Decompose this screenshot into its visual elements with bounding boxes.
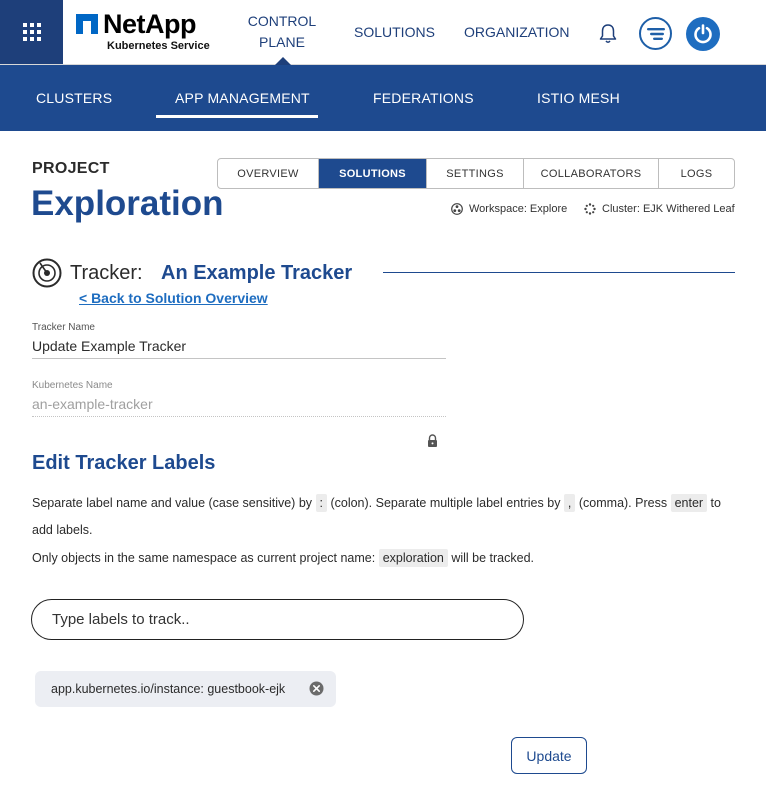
secondary-nav: CLUSTERS APP MANAGEMENT FEDERATIONS ISTI…: [0, 65, 766, 131]
subnav-clusters[interactable]: CLUSTERS: [36, 65, 112, 131]
tracker-name-heading: An Example Tracker: [161, 262, 353, 284]
nav-control-plane-line2: PLANE: [259, 34, 305, 50]
tab-overview[interactable]: OVERVIEW: [218, 159, 319, 188]
subnav-active-indicator: [156, 115, 318, 118]
brand-name: NetApp: [103, 9, 197, 39]
instructions-line-3: Only objects in the same namespace as cu…: [32, 545, 534, 572]
tab-solutions[interactable]: SOLUTIONS: [319, 159, 427, 188]
kubernetes-name-underline: [32, 416, 446, 417]
update-button[interactable]: Update: [511, 737, 587, 774]
tracker-name-field[interactable]: Update Example Tracker: [32, 338, 186, 354]
netapp-logo-icon: [76, 14, 98, 34]
namespace-text-b: will be tracked.: [447, 551, 535, 565]
edit-tracker-labels-heading: Edit Tracker Labels: [32, 452, 216, 474]
label-chip: app.kubernetes.io/instance: guestbook-ej…: [35, 671, 336, 707]
namespace-text-a: Only objects in the same namespace as cu…: [32, 551, 379, 565]
project-label: PROJECT: [32, 160, 110, 177]
notification-bell-icon[interactable]: [596, 22, 620, 46]
workspace-info: Workspace: Explore: [451, 203, 567, 215]
remove-label-icon[interactable]: [309, 681, 324, 696]
nav-solutions[interactable]: SOLUTIONS: [354, 0, 435, 64]
instructions-line-2: add labels.: [32, 523, 93, 537]
menu-button[interactable]: [639, 17, 672, 50]
subnav-app-management[interactable]: APP MANAGEMENT: [175, 65, 310, 131]
app-launcher-button[interactable]: [0, 0, 63, 64]
tracker-label: Tracker:: [70, 262, 143, 284]
kubernetes-name-field: an-example-tracker: [32, 396, 153, 412]
top-header: NetApp Kubernetes Service CONTROL PLANE …: [0, 0, 766, 65]
nav-control-plane[interactable]: CONTROL PLANE: [246, 0, 318, 65]
tab-logs[interactable]: LOGS: [659, 159, 734, 188]
labels-input[interactable]: [31, 599, 524, 640]
menu-lines-icon: [646, 27, 665, 40]
project-tabs: OVERVIEW SOLUTIONS SETTINGS COLLABORATOR…: [217, 158, 735, 189]
power-icon: [694, 24, 712, 44]
instructions-line-1: Separate label name and value (case sens…: [32, 490, 721, 517]
cluster-info: Cluster: EJK Withered Leaf: [584, 203, 735, 215]
project-name-code: exploration: [378, 549, 448, 567]
cluster-text: Cluster: EJK Withered Leaf: [602, 203, 735, 215]
tab-collaborators[interactable]: COLLABORATORS: [524, 159, 659, 188]
workspace-text: Workspace: Explore: [469, 203, 568, 215]
subnav-istio-mesh[interactable]: ISTIO MESH: [537, 65, 620, 131]
heading-divider: [383, 272, 735, 273]
instructions-text-c: (comma). Press: [575, 496, 671, 510]
instructions-text-a: Separate label name and value (case sens…: [32, 496, 316, 510]
tab-settings[interactable]: SETTINGS: [427, 159, 524, 188]
netapp-logo[interactable]: NetApp Kubernetes Service: [76, 9, 216, 56]
tracker-name-label: Tracker Name: [32, 322, 95, 333]
nav-control-plane-line1: CONTROL: [247, 13, 317, 29]
back-to-solution-overview-link[interactable]: < Back to Solution Overview: [79, 290, 268, 306]
nav-organization[interactable]: ORGANIZATION: [464, 0, 570, 64]
subnav-federations[interactable]: FEDERATIONS: [373, 65, 474, 131]
colon-code: :: [315, 494, 327, 512]
comma-code: ,: [563, 494, 576, 512]
instructions-text-d: to: [707, 496, 721, 510]
page-title: Exploration: [31, 184, 224, 223]
label-chip-text: app.kubernetes.io/instance: guestbook-ej…: [51, 682, 286, 696]
tracker-radar-icon: [32, 258, 62, 288]
workspace-icon: [451, 203, 463, 215]
kubernetes-name-label: Kubernetes Name: [32, 380, 113, 391]
brand-subtitle: Kubernetes Service: [107, 40, 210, 52]
tracker-name-underline: [32, 358, 446, 359]
cluster-icon: [584, 203, 596, 215]
instructions-text-b: (colon). Separate multiple label entries…: [326, 496, 564, 510]
enter-code: enter: [670, 494, 708, 512]
lock-icon: [428, 434, 437, 447]
user-account-button[interactable]: [686, 17, 720, 51]
grid-icon: [22, 23, 41, 41]
active-caret-icon: [275, 57, 291, 65]
